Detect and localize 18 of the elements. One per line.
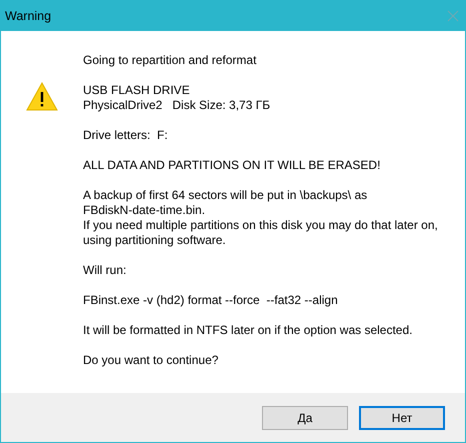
message-text: FBinst.exe -v (hd2) format --force --fat32 --align — [83, 293, 339, 308]
message-text: Do you want to continue? — [83, 353, 220, 368]
message-text: A backup of first 64 sectors will be put in \backups\ as — [83, 188, 368, 203]
dialog-button[interactable]: Да — [262, 406, 348, 430]
message-text: ALL DATA AND PARTITIONS ON IT WILL BE ERASED! — [83, 158, 382, 173]
message-text: Will run: — [83, 263, 128, 278]
message-text: Drive letters: F: — [83, 128, 169, 143]
message-text: If you need multiple partitions on this disk you may do that later on, — [83, 218, 438, 233]
message-text: using partitioning software. — [83, 233, 227, 248]
message-text: FBdiskN-date-time.bin. — [83, 203, 206, 218]
window-title: Warning — [5, 9, 52, 23]
message-text: PhysicalDrive2 Disk Size: 3,73 ГБ — [83, 98, 272, 113]
warning-icon — [26, 82, 58, 111]
message-text: Going to repartition and reformat — [83, 53, 258, 68]
message-text: It will be formatted in NTFS later on if the option was selected. — [83, 323, 414, 338]
message-text: USB FLASH DRIVE — [83, 83, 191, 98]
close-icon[interactable] — [447, 10, 459, 22]
dialog-button[interactable]: Нет — [359, 406, 445, 430]
